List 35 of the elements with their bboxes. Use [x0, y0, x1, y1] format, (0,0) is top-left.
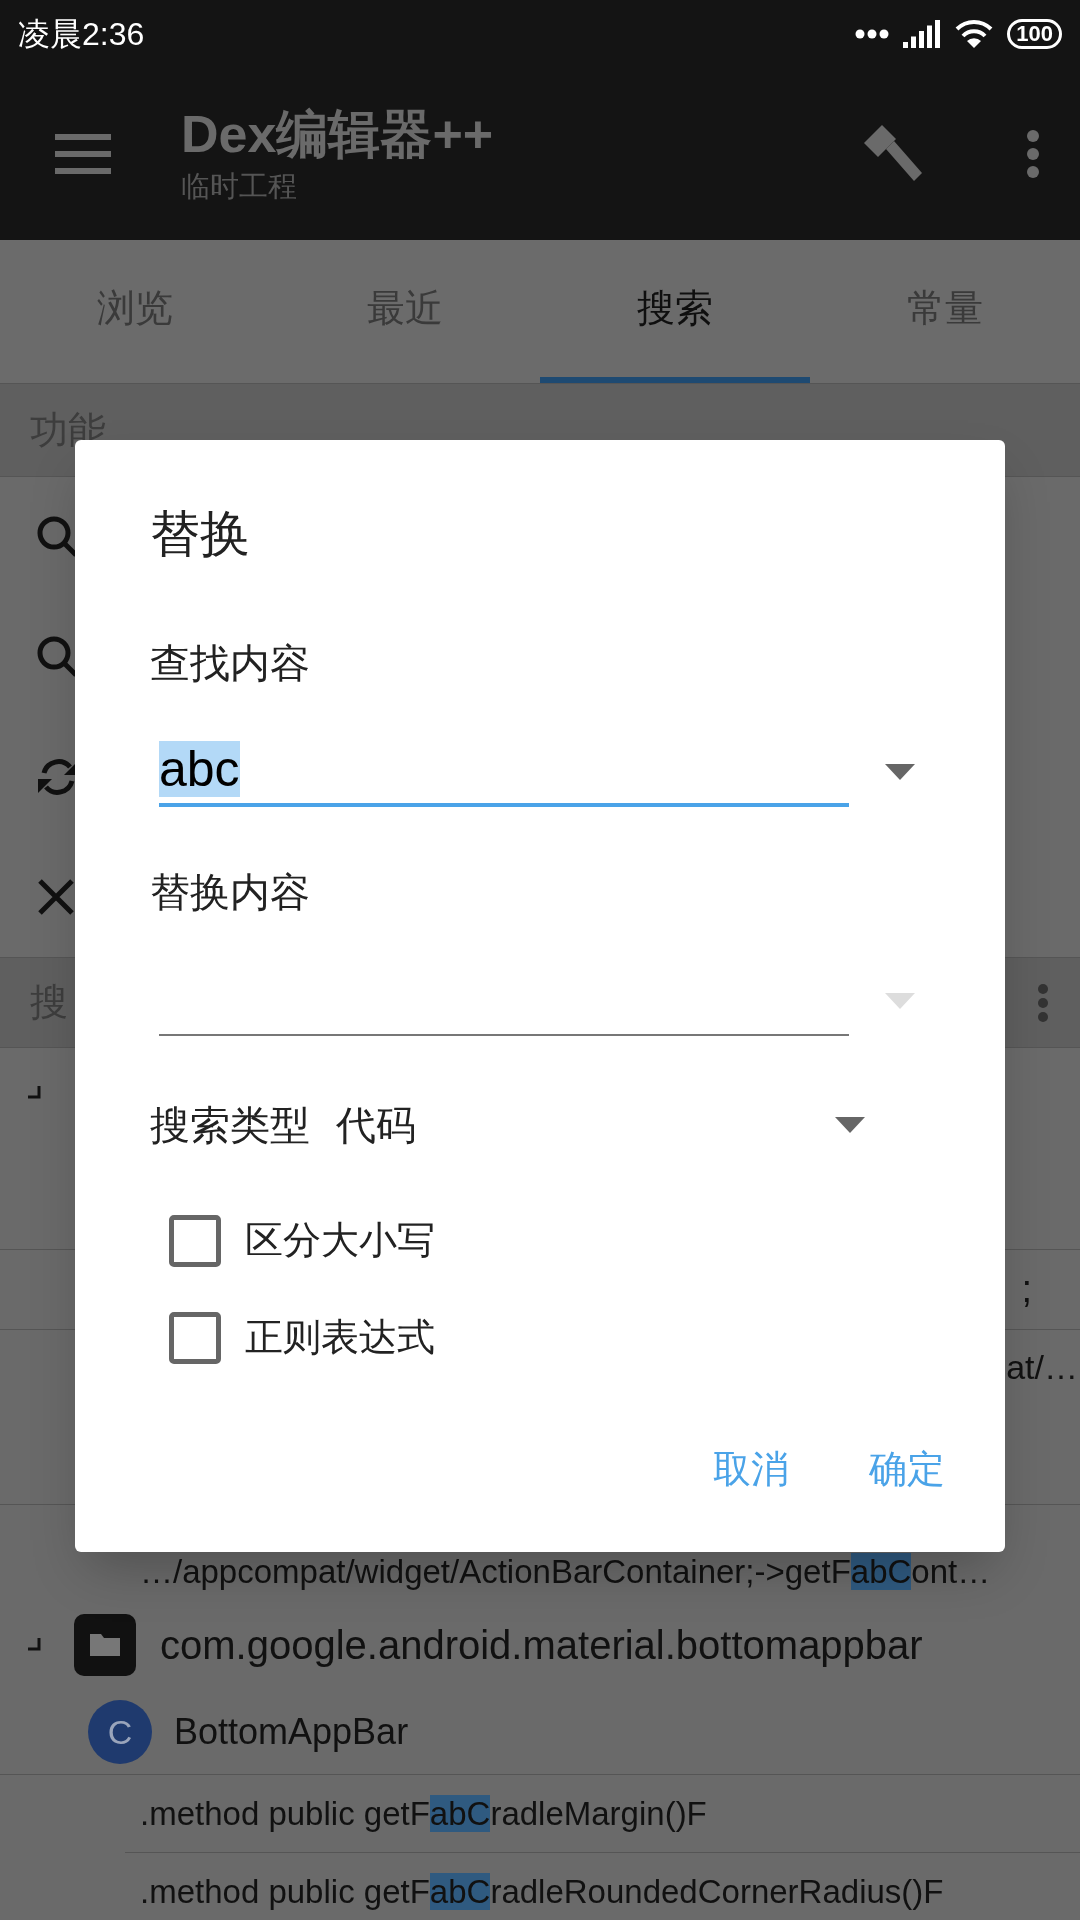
input-field[interactable]: abc: [159, 737, 849, 807]
checkbox[interactable]: [169, 1311, 221, 1364]
search-type-value[interactable]: 代码: [336, 1095, 835, 1155]
status-time: 凌晨2:36: [18, 14, 145, 54]
menu-icon[interactable]: [55, 133, 111, 174]
result-text[interactable]: …/appcompat/widget/ActionBarContainer;->getFabCont…: [140, 1546, 991, 1596]
folder-icon: [74, 1614, 136, 1676]
wifi-icon: [955, 18, 994, 49]
result-text[interactable]: ;: [1021, 1261, 1032, 1318]
dropdown-icon[interactable]: [885, 764, 915, 780]
package-name[interactable]: com.google.android.material.bottomappbar: [160, 1615, 923, 1675]
dialog-button[interactable]: 取消: [693, 1431, 809, 1508]
corner-icon[interactable]: [28, 1638, 42, 1652]
field-label: 替换内容: [150, 869, 311, 916]
checkbox-label: 正则表达式: [245, 1315, 435, 1360]
checkbox[interactable]: [169, 1214, 221, 1267]
method-text[interactable]: .method public getFabCradleRoundedCornerRadius()F: [140, 1866, 944, 1917]
battery-icon: 100: [1007, 18, 1062, 49]
signal-icon: [903, 19, 942, 48]
dropdown-icon[interactable]: [835, 1117, 865, 1133]
field-label: 查找内容: [150, 640, 311, 687]
method-text[interactable]: .method public getFabCradleMargin()F: [140, 1788, 707, 1839]
result-text[interactable]: at/…: [1006, 1342, 1078, 1393]
class-badge: C: [88, 1700, 152, 1764]
corner-icon[interactable]: [28, 1086, 42, 1100]
dots-icon: [855, 28, 890, 39]
dialog-button[interactable]: 确定: [849, 1431, 965, 1508]
app-title: Dex编辑器++: [181, 103, 495, 165]
class-name[interactable]: BottomAppBar: [174, 1705, 409, 1759]
checkbox-label: 区分大小写: [245, 1218, 435, 1263]
search-type-label: 搜索类型: [150, 1102, 310, 1149]
close-icon[interactable]: [36, 877, 76, 917]
app-subtitle: 临时工程: [181, 168, 298, 204]
more-icon[interactable]: [1026, 128, 1040, 179]
dialog-title: 替换: [150, 505, 251, 564]
